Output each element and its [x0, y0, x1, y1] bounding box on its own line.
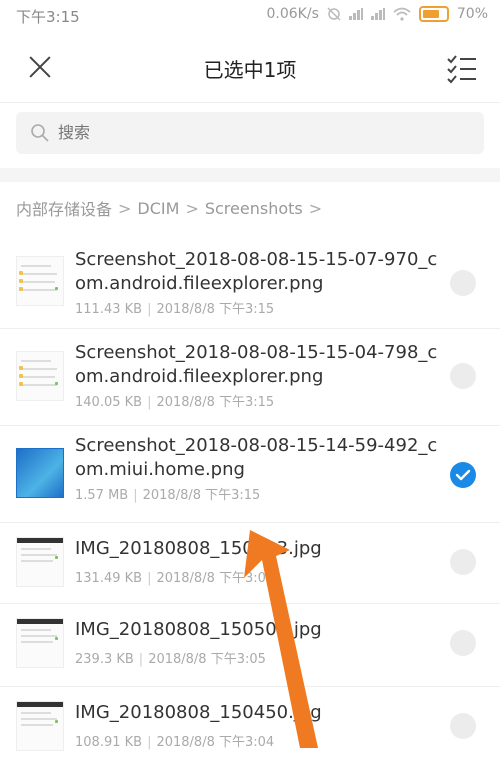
- file-name: IMG_20180808_150450.jpg: [75, 702, 322, 723]
- signal-icon: [348, 8, 363, 20]
- breadcrumb-separator: >: [185, 198, 199, 218]
- battery-level: 70%: [456, 6, 488, 22]
- file-row[interactable]: IMG_20180808_150450.jpg 108.91 KB | 2018/8…: [0, 687, 500, 765]
- file-list: Screenshot_2018-08-08-15-15-07-970_com.a…: [0, 236, 500, 765]
- status-time: 下午3:15: [16, 8, 80, 26]
- file-row[interactable]: Screenshot_2018-08-08-15-15-07-970_com.a…: [0, 236, 500, 329]
- file-size: 239.3 KB: [75, 652, 134, 667]
- select-checkbox[interactable]: [450, 713, 476, 739]
- file-date: 2018/8/8 下午3:15: [156, 395, 275, 410]
- select-checkbox-checked[interactable]: [450, 462, 476, 488]
- file-name: Screenshot_2018-08-08-15-14-59-492_com.m…: [75, 435, 438, 480]
- breadcrumb-separator: >: [118, 198, 132, 218]
- check-icon: [455, 469, 471, 481]
- breadcrumb-screenshots[interactable]: Screenshots: [205, 199, 303, 218]
- breadcrumb-separator: >: [308, 198, 323, 218]
- search-box[interactable]: [16, 112, 484, 154]
- wifi-icon: [393, 7, 411, 21]
- file-name: Screenshot_2018-08-08-15-15-07-970_com.a…: [75, 249, 438, 294]
- file-size: 111.43 KB: [75, 302, 143, 317]
- select-checkbox[interactable]: [450, 630, 476, 656]
- selection-header: 已选中1项: [0, 30, 500, 103]
- file-name: Screenshot_2018-08-08-15-15-04-798_com.a…: [75, 342, 438, 387]
- file-date: 2018/8/8 下午3:05: [156, 571, 275, 586]
- file-thumbnail: [16, 701, 64, 751]
- alarm-off-icon: [327, 7, 341, 21]
- file-date: 2018/8/8 下午3:15: [156, 302, 275, 317]
- file-meta: 131.49 KB | 2018/8/8 下午3:05: [75, 571, 275, 586]
- file-meta: 239.3 KB | 2018/8/8 下午3:05: [75, 652, 266, 667]
- file-name: IMG_20180808_150502.jpg: [75, 619, 322, 640]
- file-size: 140.05 KB: [75, 395, 143, 410]
- file-meta: 108.91 KB | 2018/8/8 下午3:04: [75, 735, 275, 750]
- breadcrumb-internal-storage[interactable]: 内部存储设备: [16, 196, 112, 220]
- status-bar: 下午3:15 0.06K/s 70%: [0, 0, 500, 30]
- breadcrumb: 内部存储设备 > DCIM > Screenshots >: [16, 196, 322, 220]
- file-thumbnail: [16, 448, 64, 498]
- signal-icon-2: [370, 8, 385, 20]
- file-meta: 140.05 KB | 2018/8/8 下午3:15: [75, 395, 275, 410]
- search-icon: [31, 124, 49, 142]
- select-checkbox[interactable]: [450, 363, 476, 389]
- file-thumbnail: [16, 256, 64, 306]
- file-date: 2018/8/8 下午3:05: [148, 652, 266, 667]
- file-row[interactable]: Screenshot_2018-08-08-15-15-04-798_com.a…: [0, 329, 500, 426]
- search-input[interactable]: [56, 122, 360, 143]
- select-checkbox[interactable]: [450, 270, 476, 296]
- file-row[interactable]: IMG_20180808_150502.jpg 239.3 KB | 2018/8/…: [0, 604, 500, 687]
- divider: [0, 168, 500, 182]
- file-thumbnail: [16, 351, 64, 401]
- file-date: 2018/8/8 下午3:15: [142, 488, 261, 503]
- file-thumbnail: [16, 537, 64, 587]
- file-size: 131.49 KB: [75, 571, 143, 586]
- file-row-selected[interactable]: Screenshot_2018-08-08-15-14-59-492_com.m…: [0, 426, 500, 523]
- select-all-icon[interactable]: [446, 54, 478, 84]
- file-name: IMG_20180808_150513.jpg: [75, 538, 322, 559]
- select-checkbox[interactable]: [450, 549, 476, 575]
- file-row[interactable]: IMG_20180808_150513.jpg 131.49 KB | 2018/8…: [0, 523, 500, 604]
- file-size: 1.57 MB: [75, 488, 129, 503]
- breadcrumb-dcim[interactable]: DCIM: [137, 199, 179, 218]
- network-speed: 0.06K/s: [266, 6, 319, 22]
- status-indicators: 0.06K/s 70%: [266, 6, 488, 22]
- file-meta: 111.43 KB | 2018/8/8 下午3:15: [75, 302, 275, 317]
- search-area: [0, 102, 500, 168]
- page-title: 已选中1项: [203, 58, 297, 82]
- battery-icon: [418, 6, 449, 22]
- file-thumbnail: [16, 618, 64, 668]
- file-meta: 1.57 MB | 2018/8/8 下午3:15: [75, 488, 261, 503]
